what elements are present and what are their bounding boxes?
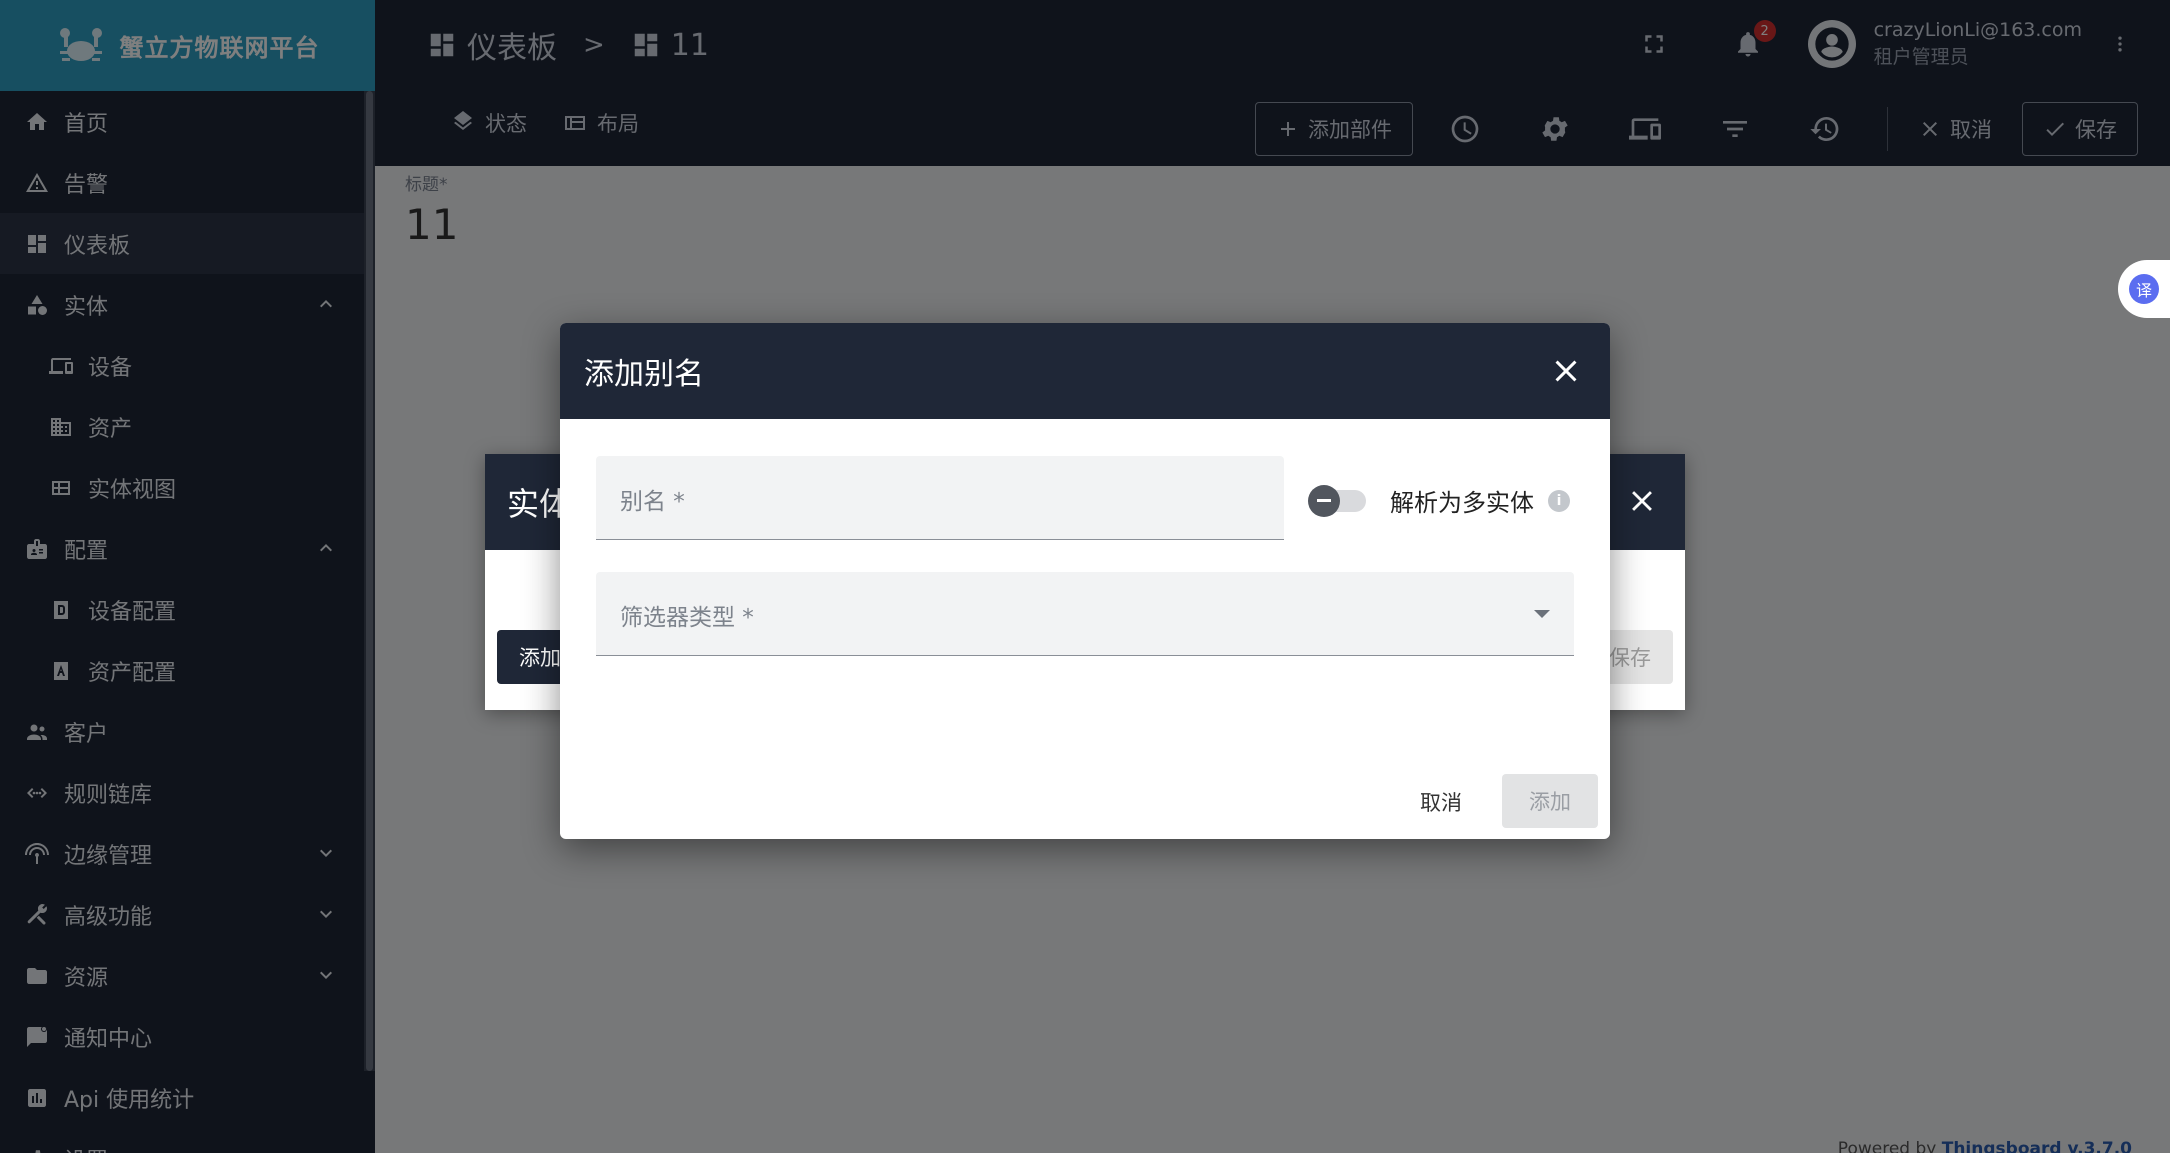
translate-icon: 译	[2129, 274, 2159, 304]
close-icon[interactable]	[1548, 353, 1584, 389]
dropdown-arrow-icon	[1534, 610, 1550, 618]
info-icon[interactable]: i	[1548, 489, 1570, 512]
add-button[interactable]: 添加	[1502, 774, 1598, 828]
resolve-multiple-toggle-group: 解析为多实体 i	[1308, 483, 1570, 518]
resolve-multiple-toggle[interactable]	[1308, 484, 1366, 517]
alias-name-placeholder: 别名 *	[620, 489, 685, 515]
add-alias-dialog: 添加别名 别名 * 解析为多实体 i 筛选器类型 * 取消 添加	[560, 323, 1610, 839]
toggle-knob	[1308, 484, 1340, 517]
cancel-button[interactable]: 取消	[1420, 787, 1462, 817]
filter-type-select[interactable]: 筛选器类型 *	[596, 572, 1574, 656]
alias-name-input[interactable]: 别名 *	[596, 456, 1284, 540]
translate-button[interactable]: 译	[2118, 260, 2170, 318]
close-icon[interactable]	[1625, 484, 1659, 518]
add-alias-dialog-title: 添加别名	[584, 357, 704, 392]
add-alias-dialog-header: 添加别名	[560, 323, 1610, 419]
resolve-multiple-label: 解析为多实体	[1390, 489, 1534, 517]
filter-type-placeholder: 筛选器类型 *	[620, 605, 754, 631]
